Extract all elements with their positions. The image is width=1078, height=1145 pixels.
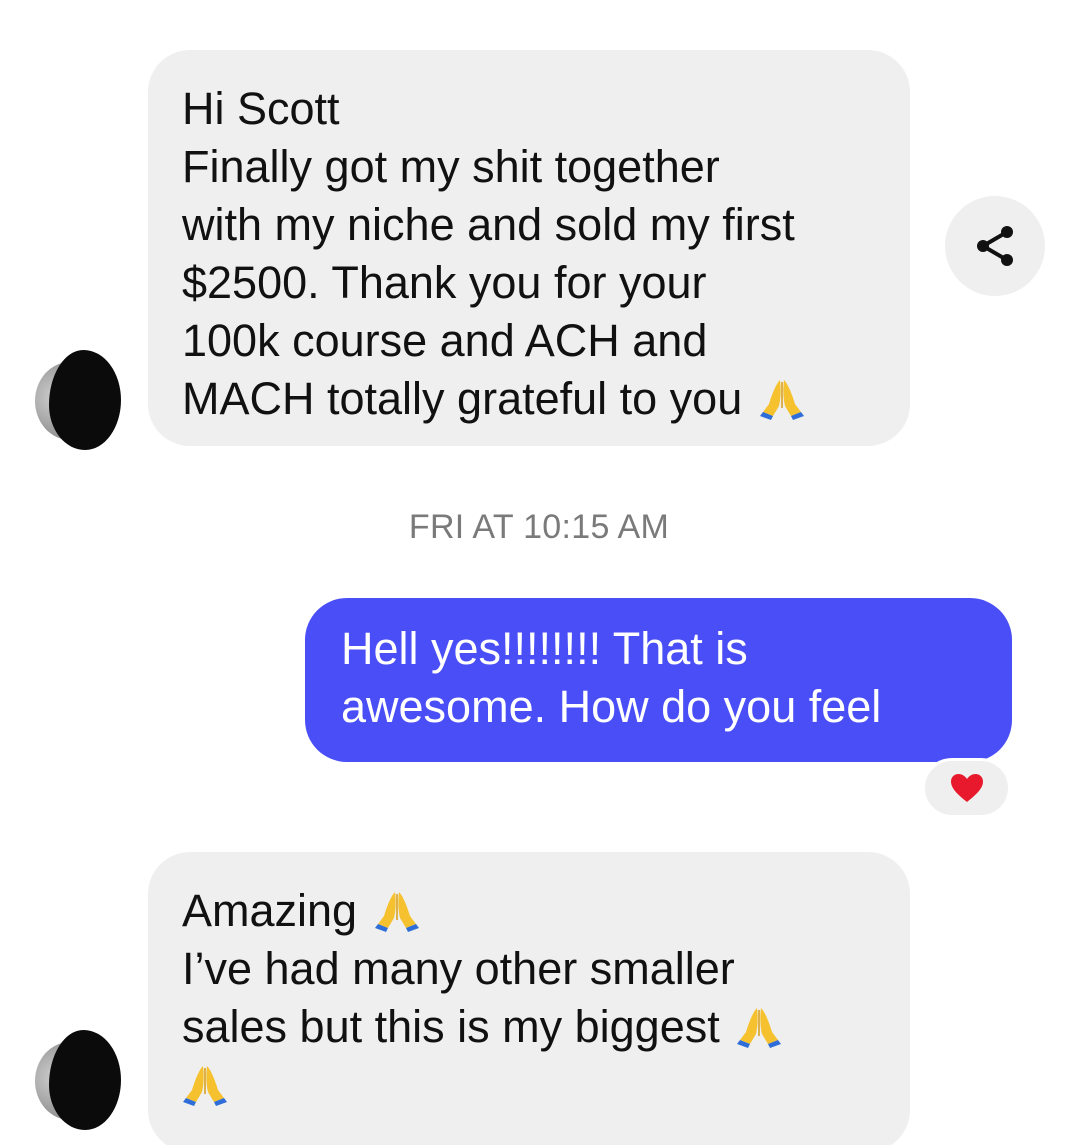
share-icon [977, 226, 1013, 266]
message-line: Hell yes!!!!!!!! That is [341, 623, 748, 674]
message-line: MACH totally grateful to you [182, 373, 743, 424]
message-line: Finally got my shit together [182, 141, 720, 192]
message-line: awesome. How do you feel [341, 681, 882, 732]
message-line: with my niche and sold my first [182, 199, 795, 250]
incoming-message-bubble[interactable]: Hi Scott Finally got my shit together wi… [148, 50, 910, 446]
message-line: sales but this is my biggest [182, 1001, 720, 1052]
contact-avatar[interactable] [35, 350, 121, 450]
folded-hands-emoji [374, 888, 420, 932]
message-line: $2500. Thank you for your [182, 257, 707, 308]
contact-avatar[interactable] [35, 1030, 121, 1145]
message-line: 100k course and ACH and [182, 315, 708, 366]
incoming-message-bubble[interactable]: Amazing I’ve had many other smaller sale… [148, 852, 910, 1145]
folded-hands-emoji [736, 1004, 782, 1048]
message-timestamp: FRI AT 10:15 AM [408, 508, 670, 546]
message-line: Hi Scott [182, 83, 340, 134]
share-button[interactable] [945, 196, 1045, 296]
folded-hands-emoji [182, 1062, 228, 1106]
heart-icon [950, 774, 983, 802]
message-thread: Hi Scott Finally got my shit together wi… [0, 0, 1078, 1145]
folded-hands-emoji [759, 376, 805, 420]
message-line: I’ve had many other smaller [182, 943, 735, 994]
reaction-badge[interactable] [922, 758, 1011, 818]
outgoing-message-bubble[interactable]: Hell yes!!!!!!!! That is awesome. How do… [305, 598, 1012, 762]
message-line: Amazing [182, 885, 358, 936]
